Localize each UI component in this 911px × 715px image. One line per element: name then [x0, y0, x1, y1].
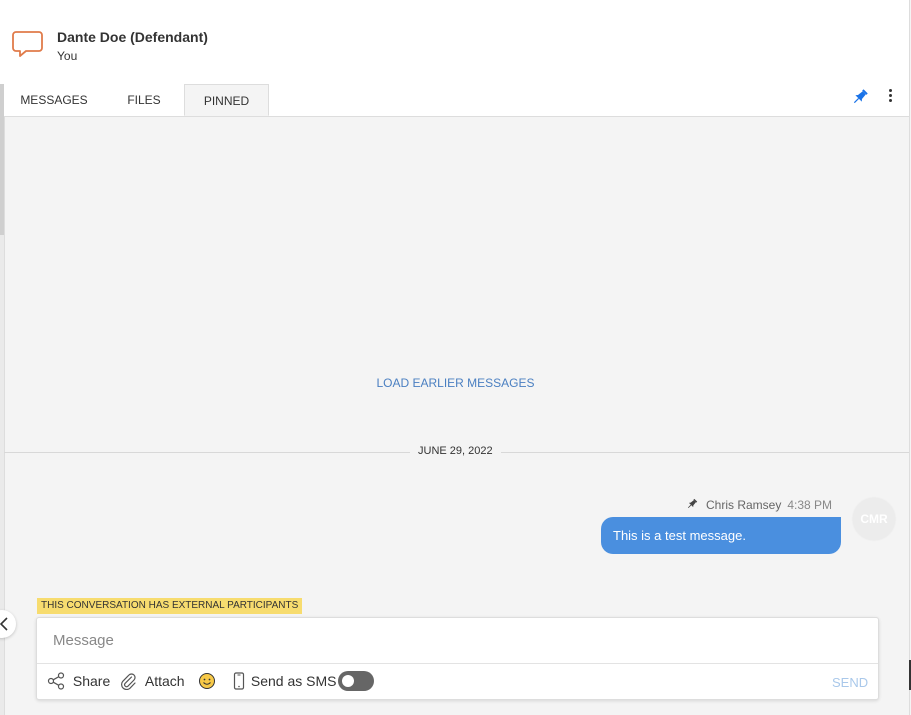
tab-messages[interactable]: MESSAGES	[4, 84, 104, 116]
share-icon	[47, 672, 69, 690]
send-as-sms-label: Send as SMS	[250, 673, 337, 689]
send-as-sms-option[interactable]: Send as SMS	[233, 672, 337, 690]
tab-bar: MESSAGES FILES PINNED	[4, 84, 909, 117]
message-input[interactable]	[37, 618, 878, 663]
speech-bubble-icon	[12, 30, 44, 63]
send-button[interactable]: SEND	[832, 675, 868, 690]
message-bubble[interactable]: This is a test message.	[601, 517, 841, 554]
sms-toggle-knob	[342, 675, 354, 687]
avatar[interactable]: CMR	[853, 498, 895, 540]
tab-pinned[interactable]: PINNED	[184, 84, 269, 116]
sms-toggle[interactable]	[338, 671, 374, 691]
share-label: Share	[72, 673, 111, 689]
conversation-title: Dante Doe (Defendant)	[57, 29, 208, 45]
pinned-message-icon	[686, 498, 698, 513]
paperclip-icon	[119, 673, 141, 691]
composer-toolbar: Share Attach Send as SMS SEND	[37, 664, 878, 699]
collapse-panel-button[interactable]	[0, 610, 16, 638]
external-participants-banner: THIS CONVERSATION HAS EXTERNAL PARTICIPA…	[37, 598, 303, 614]
right-border	[909, 0, 910, 715]
conversation-header: Dante Doe (Defendant) You	[0, 0, 910, 84]
message-time: 4:38 PM	[787, 498, 833, 512]
pin-icon[interactable]	[851, 88, 869, 111]
tab-files[interactable]: FILES	[104, 84, 184, 116]
share-button[interactable]: Share	[47, 672, 110, 690]
more-options-icon[interactable]	[885, 88, 895, 104]
emoji-button[interactable]	[198, 672, 216, 690]
attach-button[interactable]: Attach	[119, 672, 185, 691]
load-earlier-messages-link[interactable]: LOAD EARLIER MESSAGES	[0, 376, 911, 390]
mobile-phone-icon	[233, 672, 249, 690]
date-divider-label: JUNE 29, 2022	[410, 445, 501, 457]
message-composer: Share Attach	[36, 617, 879, 700]
message-sender: Chris Ramsey	[706, 498, 782, 512]
smiley-icon	[198, 673, 216, 689]
message-meta: Chris Ramsey 4:38 PM	[686, 498, 832, 513]
conversation-subtitle: You	[57, 49, 78, 63]
attach-label: Attach	[144, 673, 185, 689]
